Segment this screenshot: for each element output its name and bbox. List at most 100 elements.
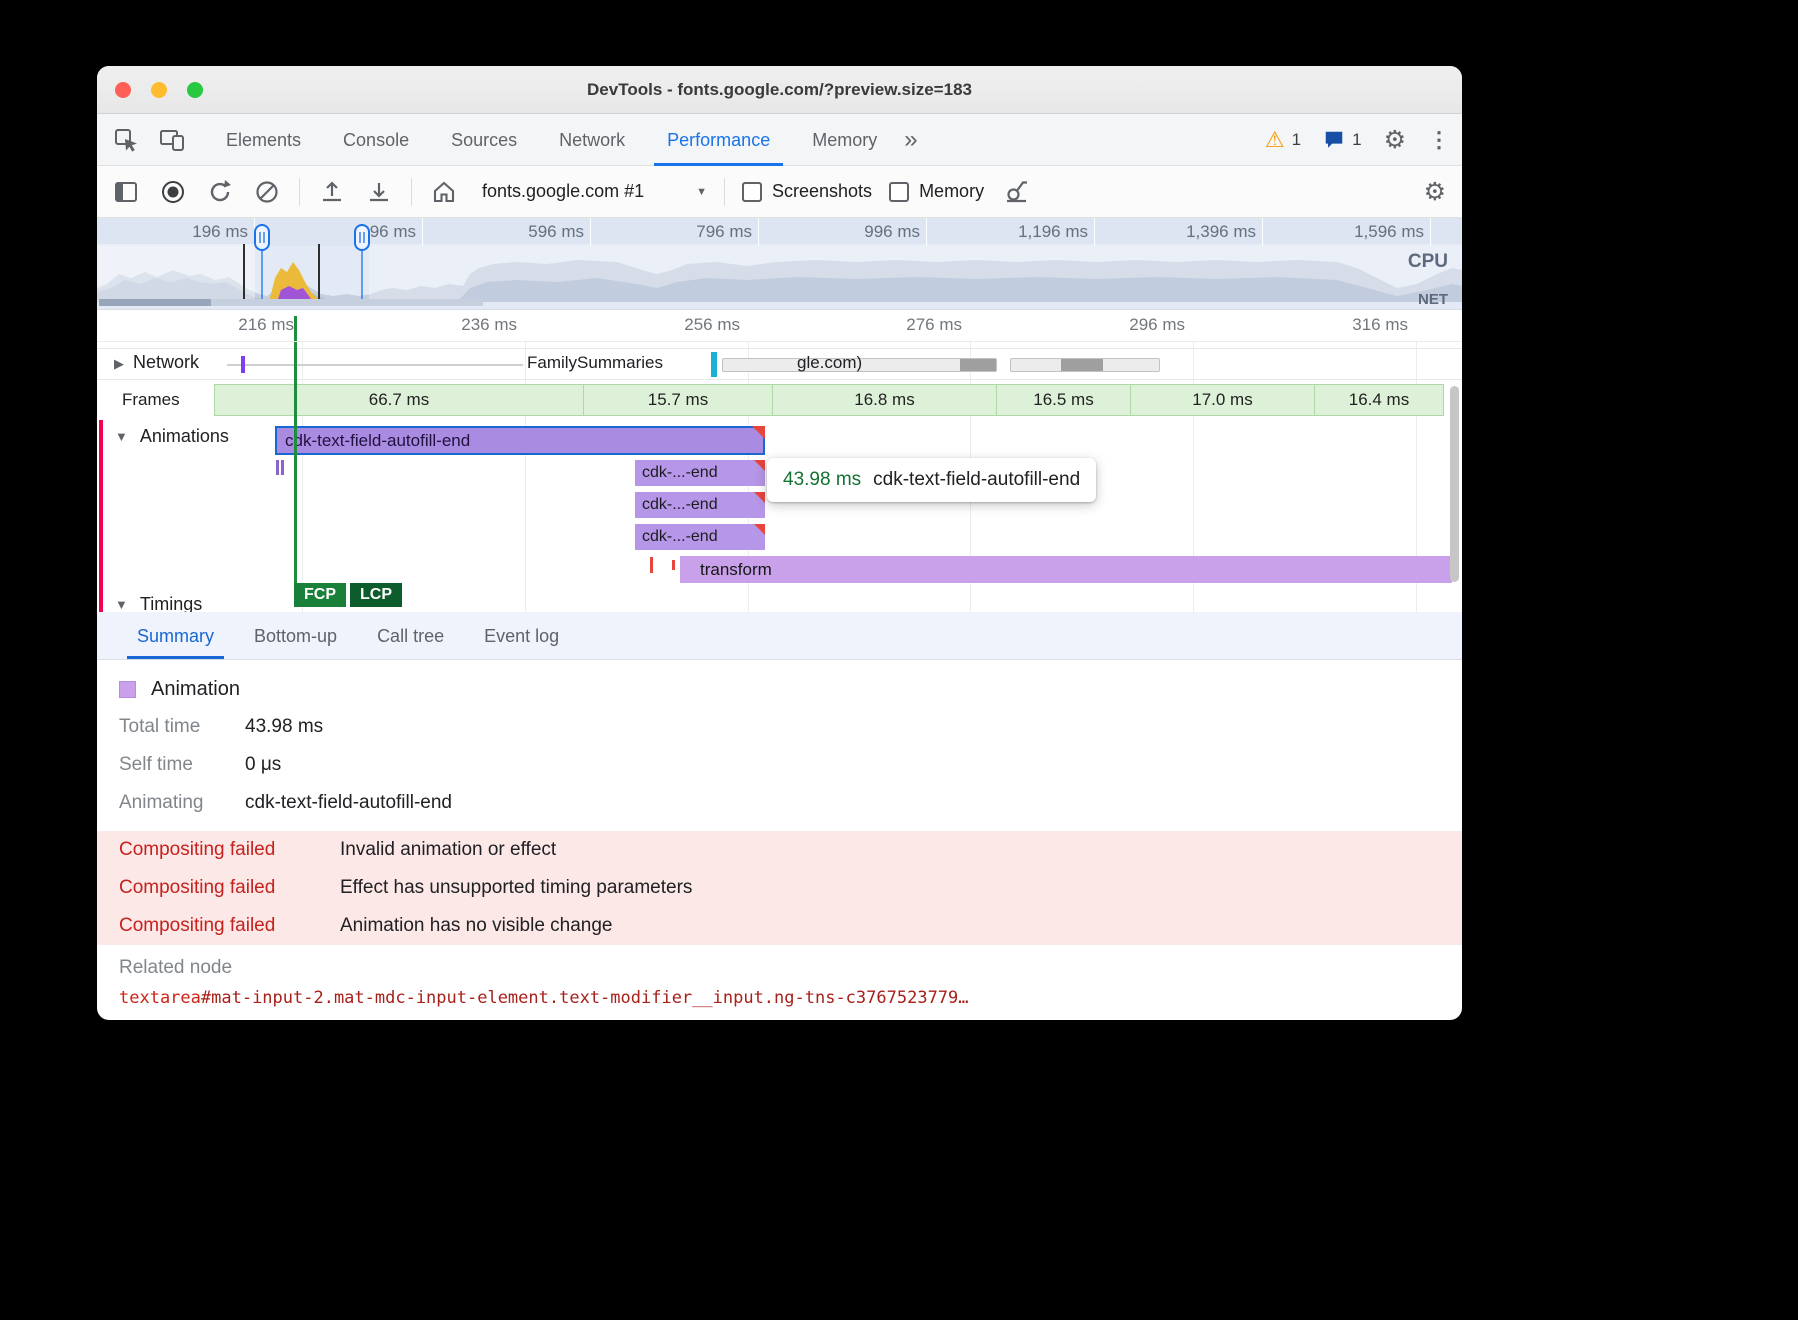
overflow-menu-icon[interactable]: ⋮: [1428, 127, 1450, 153]
timeline-overview[interactable]: 196 ms 396 ms 596 ms 796 ms 996 ms 1,196…: [97, 218, 1462, 310]
timeline-tracks[interactable]: ▶ Network FamilySummaries gle.com) Frame…: [97, 342, 1462, 612]
tab-call-tree[interactable]: Call tree: [357, 612, 464, 659]
animations-track-label: Animations: [140, 426, 229, 447]
window-title: DevTools - fonts.google.com/?preview.siz…: [587, 80, 972, 100]
load-profile-icon[interactable]: [317, 177, 347, 207]
collapse-triangle-icon[interactable]: ▼: [115, 429, 128, 444]
animation-color-swatch: [119, 681, 136, 698]
details-tabbar: Summary Bottom-up Call tree Event log: [97, 612, 1462, 660]
reload-and-record-button[interactable]: [205, 177, 235, 207]
save-profile-icon[interactable]: [364, 177, 394, 207]
toolbar-divider: [299, 178, 300, 206]
animations-track-header[interactable]: ▼ Animations: [115, 426, 229, 447]
compositing-warning-icon: [754, 460, 765, 471]
tab-summary[interactable]: Summary: [117, 612, 234, 659]
tab-memory[interactable]: Memory: [791, 114, 898, 166]
transform-animation-bar[interactable]: transform: [680, 556, 1452, 583]
compositing-warning-icon: [752, 426, 765, 439]
overview-time-label: 1,196 ms: [968, 222, 1088, 242]
network-request-bar[interactable]: [1010, 358, 1160, 372]
network-track[interactable]: ▶ Network FamilySummaries gle.com): [97, 348, 1462, 380]
frame-cell[interactable]: 66.7 ms: [214, 384, 584, 416]
warning-label: Compositing failed: [119, 839, 340, 861]
tab-network[interactable]: Network: [538, 114, 646, 166]
ruler-label: 276 ms: [852, 315, 962, 335]
vertical-scrollbar[interactable]: [1450, 386, 1459, 582]
cpu-track-label: CPU: [1408, 251, 1448, 273]
profile-select-value: fonts.google.com #1: [482, 181, 644, 202]
node-selector: #mat-input-2.mat-mdc-input-element.text-…: [201, 988, 969, 1008]
animation-bar[interactable]: cdk-...-end: [635, 524, 765, 550]
warning-label: Compositing failed: [119, 877, 340, 899]
tab-elements[interactable]: Elements: [205, 114, 322, 166]
tab-performance[interactable]: Performance: [646, 114, 791, 166]
long-task-tick: [672, 560, 675, 570]
more-tabs-icon[interactable]: »: [904, 126, 917, 154]
gridline: [926, 218, 927, 246]
network-request-label[interactable]: gle.com): [797, 353, 862, 373]
frames-track[interactable]: Frames 66.7 ms 15.7 ms 16.8 ms 16.5 ms 1…: [97, 382, 1462, 418]
overview-time-label: 1,396 ms: [1136, 222, 1256, 242]
screenshots-label: Screenshots: [772, 181, 872, 202]
screenshots-checkbox[interactable]: Screenshots: [742, 181, 872, 202]
fcp-badge[interactable]: FCP: [294, 583, 346, 607]
frame-cell[interactable]: 15.7 ms: [583, 384, 773, 416]
close-window-button[interactable]: [115, 82, 131, 98]
memory-checkbox[interactable]: Memory: [889, 181, 984, 202]
warning-row: Compositing failed Invalid animation or …: [97, 831, 1462, 869]
warning-count: 1: [1292, 130, 1301, 150]
minimize-window-button[interactable]: [151, 82, 167, 98]
self-time-label: Self time: [119, 753, 245, 777]
collect-garbage-icon[interactable]: [1001, 177, 1031, 207]
animating-value: cdk-text-field-autofill-end: [245, 791, 452, 815]
ruler-label: 256 ms: [630, 315, 740, 335]
gridline: [590, 218, 591, 246]
panel-tabs: Elements Console Sources Network Perform…: [205, 114, 898, 166]
network-request-bar[interactable]: [711, 352, 717, 377]
animation-bar[interactable]: cdk-...-end: [635, 492, 765, 518]
settings-gear-icon[interactable]: ⚙: [1384, 125, 1406, 155]
expand-triangle-icon[interactable]: ▶: [114, 356, 124, 372]
frame-cell[interactable]: 17.0 ms: [1130, 384, 1315, 416]
toolbar-divider: [724, 178, 725, 206]
selection-handle-left[interactable]: [254, 224, 270, 251]
tab-console[interactable]: Console: [322, 114, 430, 166]
gridline: [1262, 218, 1263, 246]
frame-cell[interactable]: 16.4 ms: [1314, 384, 1444, 416]
frame-cell[interactable]: 16.8 ms: [772, 384, 997, 416]
overview-time-label: 796 ms: [632, 222, 752, 242]
tab-event-log[interactable]: Event log: [464, 612, 579, 659]
frame-cell[interactable]: 16.5 ms: [996, 384, 1131, 416]
tab-bottom-up[interactable]: Bottom-up: [234, 612, 357, 659]
related-node-link[interactable]: textarea#mat-input-2.mat-mdc-input-eleme…: [119, 988, 1462, 1008]
animating-label: Animating: [119, 791, 245, 815]
collapse-triangle-icon[interactable]: ▼: [115, 597, 128, 612]
tab-sources[interactable]: Sources: [430, 114, 538, 166]
tooltip-duration: 43.98 ms: [783, 469, 861, 491]
animation-bar-selected[interactable]: cdk-text-field-autofill-end: [275, 426, 765, 455]
inspect-element-icon[interactable]: [111, 125, 141, 155]
overview-time-label: 196 ms: [128, 222, 248, 242]
console-messages-badge[interactable]: 1: [1323, 129, 1361, 151]
device-toolbar-icon[interactable]: [157, 125, 187, 155]
toolbar-divider: [411, 178, 412, 206]
animation-tooltip: 43.98 ms cdk-text-field-autofill-end: [767, 458, 1096, 502]
profile-select[interactable]: fonts.google.com #1 ▼: [482, 181, 707, 202]
animations-track-accent: [99, 420, 103, 612]
record-button[interactable]: [158, 177, 188, 207]
issues-warning-badge[interactable]: ⚠ 1: [1265, 127, 1301, 153]
zoom-window-button[interactable]: [187, 82, 203, 98]
capture-settings-gear-icon[interactable]: ⚙: [1424, 177, 1446, 207]
warning-icon: ⚠: [1265, 127, 1285, 153]
timings-track-header[interactable]: ▼ Timings: [115, 594, 202, 612]
animation-bar[interactable]: cdk-...-end: [635, 460, 765, 486]
clear-recording-button[interactable]: [252, 177, 282, 207]
ruler-label: 316 ms: [1298, 315, 1408, 335]
warning-row: Compositing failed Effect has unsupporte…: [97, 869, 1462, 907]
network-request-label[interactable]: FamilySummaries: [527, 353, 663, 373]
toggle-sidebar-icon[interactable]: [111, 177, 141, 207]
home-icon[interactable]: [429, 177, 459, 207]
lcp-badge[interactable]: LCP: [350, 583, 402, 607]
node-tag: textarea: [119, 988, 201, 1008]
selection-handle-right[interactable]: [354, 224, 370, 251]
